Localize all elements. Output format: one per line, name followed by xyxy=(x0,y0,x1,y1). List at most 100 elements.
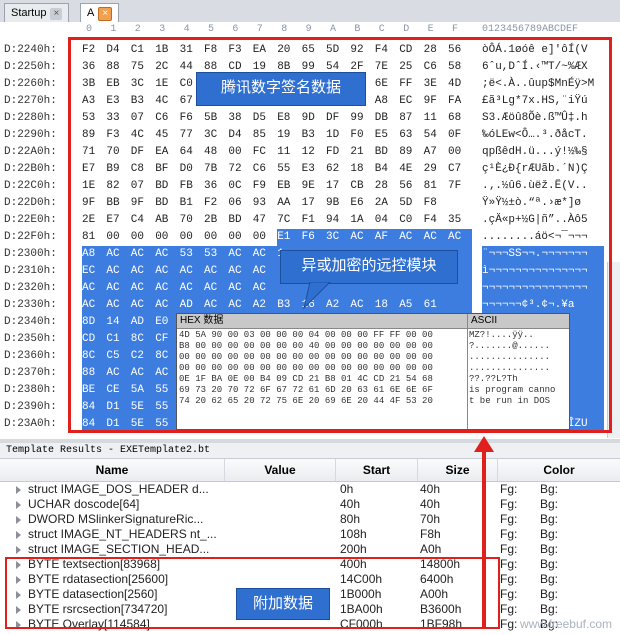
hex-byte[interactable]: 61 xyxy=(423,297,448,314)
hex-byte[interactable]: C6 xyxy=(424,59,448,76)
hex-byte[interactable]: AC xyxy=(106,280,131,297)
hex-byte[interactable]: BF xyxy=(155,161,179,178)
template-row[interactable]: struct IMAGE_SECTION_HEAD... 200h A0h Fg: Bg… xyxy=(0,542,620,557)
hex-byte[interactable]: AC xyxy=(155,246,180,263)
hex-byte[interactable]: 8D xyxy=(82,314,107,331)
hex-byte[interactable]: A5 xyxy=(399,297,424,314)
hex-byte[interactable]: B1 xyxy=(180,195,204,212)
hex-byte[interactable]: EB xyxy=(277,178,301,195)
hex-byte[interactable]: 35 xyxy=(448,212,472,229)
hex-byte[interactable]: 72 xyxy=(228,161,252,178)
hex-byte[interactable]: F6 xyxy=(180,110,204,127)
hex-byte[interactable]: A3 xyxy=(82,93,106,110)
ascii-text[interactable]: ¬¬¬¬¬¬¬¬¬¬¬¬¬¬¬¬ xyxy=(482,280,604,297)
hex-byte[interactable]: 47 xyxy=(253,212,277,229)
hex-byte[interactable]: 99 xyxy=(350,110,374,127)
expand-arrow-icon[interactable] xyxy=(16,516,21,524)
hex-byte[interactable]: F4 xyxy=(375,42,399,59)
hex-byte[interactable]: 04 xyxy=(375,212,399,229)
hex-byte[interactable]: 11 xyxy=(424,110,448,127)
hex-byte[interactable]: AC xyxy=(399,229,424,246)
hex-byte[interactable]: 4E xyxy=(399,161,423,178)
ascii-text[interactable]: .çÄ«p+½G|ñ”..Àô5 xyxy=(482,212,604,229)
hex-byte[interactable]: 2A xyxy=(375,195,399,212)
col-size[interactable]: Size xyxy=(418,459,498,481)
hex-byte[interactable]: AC xyxy=(228,280,253,297)
hex-byte[interactable]: 00 xyxy=(204,229,228,246)
tab-a[interactable]: A × xyxy=(80,3,120,22)
hex-byte[interactable]: 36 xyxy=(82,59,106,76)
hex-byte[interactable]: E6 xyxy=(350,195,374,212)
hex-byte[interactable]: FF xyxy=(399,76,423,93)
hex-byte[interactable]: 5E xyxy=(130,416,156,433)
hex-byte[interactable]: AC xyxy=(252,263,278,280)
hex-byte[interactable]: 85 xyxy=(253,127,277,144)
hex-byte[interactable]: A8 xyxy=(375,93,399,110)
hex-byte[interactable]: 38 xyxy=(228,110,252,127)
hex-byte[interactable]: D5 xyxy=(253,110,277,127)
hex-byte[interactable]: 14 xyxy=(106,314,131,331)
hex-byte[interactable]: AC xyxy=(155,263,180,280)
hex-byte[interactable]: 70 xyxy=(180,212,204,229)
hex-byte[interactable]: 53 xyxy=(82,110,106,127)
hex-byte[interactable]: AC xyxy=(155,280,180,297)
hex-byte[interactable]: 81 xyxy=(82,229,106,246)
hex-byte[interactable]: 7C xyxy=(277,212,301,229)
hex-byte[interactable]: 9F xyxy=(82,195,106,212)
hex-byte[interactable]: 58 xyxy=(448,59,472,76)
hex-byte[interactable]: 0F xyxy=(448,127,472,144)
hex-byte[interactable]: 7E xyxy=(375,59,399,76)
hex-byte[interactable]: E3 xyxy=(302,161,326,178)
hex-byte[interactable]: 00 xyxy=(106,229,130,246)
hex-byte[interactable]: AC xyxy=(228,263,253,280)
hex-byte[interactable]: AC xyxy=(350,297,375,314)
hex-byte[interactable]: 84 xyxy=(82,416,107,433)
hex-byte[interactable]: 00 xyxy=(253,229,277,246)
ascii-text[interactable]: 6ˆu,DˆÍ.‹™T/~%ÆX xyxy=(482,59,604,76)
hex-byte[interactable]: AC xyxy=(106,263,131,280)
hex-byte[interactable]: C0 xyxy=(399,212,423,229)
ascii-text[interactable]: ¨¬¬¬SS¬¬.¬¬¬¬¬¬¬ xyxy=(482,246,604,263)
hex-byte[interactable]: 06 xyxy=(228,195,252,212)
hex-byte[interactable]: FD xyxy=(326,144,350,161)
hex-byte[interactable]: 28 xyxy=(375,178,399,195)
hex-byte[interactable]: 64 xyxy=(180,144,204,161)
hex-byte[interactable]: E5 xyxy=(375,127,399,144)
template-row[interactable]: struct IMAGE_DOS_HEADER d... 0h 40h Fg: Bg: xyxy=(0,482,620,497)
hex-byte[interactable]: AC xyxy=(252,246,278,263)
hex-byte[interactable]: AD xyxy=(179,297,204,314)
hex-byte[interactable]: AC xyxy=(130,280,156,297)
template-row[interactable]: struct IMAGE_NT_HEADERS nt_... 108h F8h Fg:… xyxy=(0,527,620,542)
hex-byte[interactable]: AC xyxy=(130,246,156,263)
hex-byte[interactable]: 1E xyxy=(155,76,179,93)
hex-byte[interactable]: 9D xyxy=(302,110,326,127)
close-icon[interactable]: × xyxy=(98,7,113,21)
hex-byte[interactable]: AC xyxy=(130,365,156,382)
ascii-text[interactable]: ‰óLEw<Ô….³.ðåcT. xyxy=(482,127,604,144)
hex-byte[interactable]: 92 xyxy=(350,42,374,59)
expand-arrow-icon[interactable] xyxy=(16,546,21,554)
hex-byte[interactable]: BE xyxy=(82,382,107,399)
hex-byte[interactable]: 54 xyxy=(424,127,448,144)
hex-byte[interactable]: AC xyxy=(179,263,204,280)
hex-byte[interactable]: AB xyxy=(155,212,179,229)
hex-byte[interactable]: 53 xyxy=(179,246,204,263)
ascii-text[interactable]: S3.Æöû8Õè.ß™Û‡.h xyxy=(482,110,604,127)
hex-byte[interactable]: 5A xyxy=(130,382,156,399)
hex-byte[interactable]: 21 xyxy=(350,144,374,161)
template-row[interactable]: UCHAR doscode[64] 40h 40h Fg: Bg: xyxy=(0,497,620,512)
hex-byte[interactable]: A2 xyxy=(252,297,278,314)
hex-byte[interactable]: 6E xyxy=(375,76,399,93)
hex-byte[interactable]: 65 xyxy=(302,42,326,59)
hex-byte[interactable]: 31 xyxy=(180,42,204,59)
hex-byte[interactable]: B4 xyxy=(375,161,399,178)
hex-byte[interactable]: 87 xyxy=(399,110,423,127)
hex-byte[interactable]: F4 xyxy=(424,212,448,229)
hex-byte[interactable]: 3C xyxy=(204,127,228,144)
hex-byte[interactable]: 9B xyxy=(326,195,350,212)
hex-byte[interactable]: EA xyxy=(155,144,179,161)
hex-byte[interactable]: DF xyxy=(326,110,350,127)
hex-byte[interactable]: 89 xyxy=(82,127,106,144)
hex-byte[interactable]: A8 xyxy=(82,246,107,263)
hex-byte[interactable]: D4 xyxy=(228,127,252,144)
